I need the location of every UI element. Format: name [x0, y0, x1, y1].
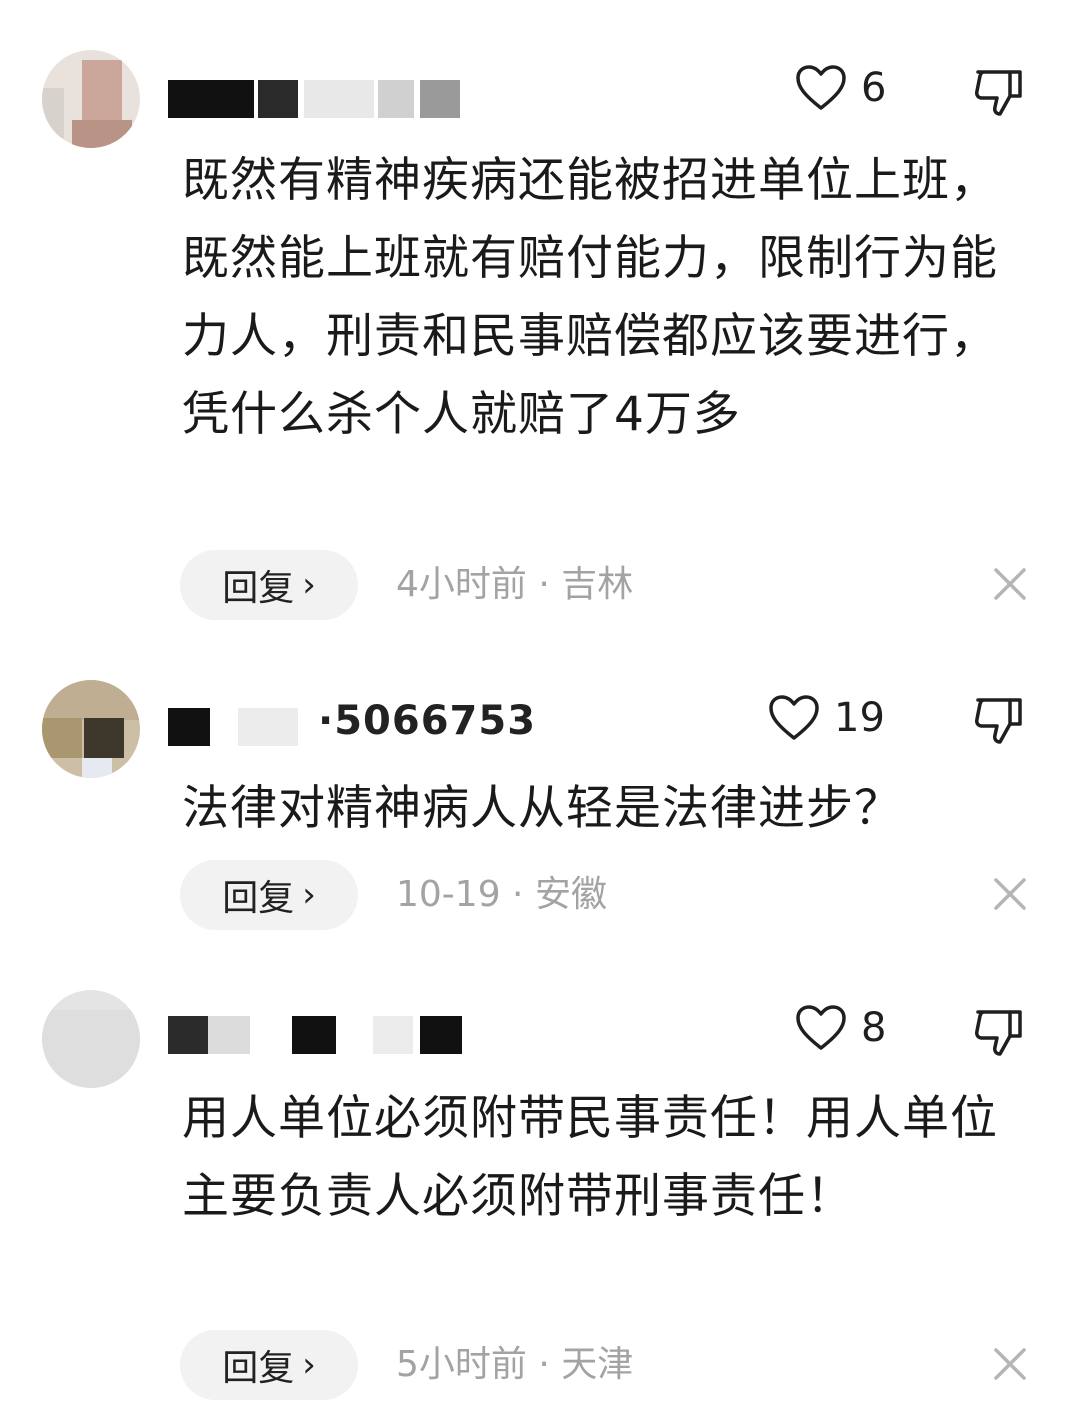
avatar[interactable] — [42, 990, 140, 1088]
thumbs-down-outline-icon[interactable] — [970, 692, 1026, 748]
like-button[interactable]: 8 — [795, 1004, 886, 1052]
reply-button[interactable]: 回复 › — [180, 860, 358, 930]
username-redacted: ·5066753 — [168, 698, 535, 756]
close-icon[interactable] — [988, 562, 1032, 606]
thumbs-down-outline-icon[interactable] — [970, 1004, 1026, 1060]
chevron-right-icon: › — [302, 565, 316, 605]
username-visible: ·5066753 — [318, 698, 537, 744]
username-redacted — [168, 1006, 508, 1064]
like-button[interactable]: 19 — [768, 694, 885, 742]
avatar[interactable] — [42, 680, 140, 778]
heart-outline-icon — [769, 695, 819, 740]
reply-label: 回复 — [222, 1348, 295, 1389]
comment-text: 既然有精神疾病还能被招进单位上班，既然能上班就有赔付能力，限制行为能力人，刑责和… — [182, 153, 998, 442]
like-button[interactable]: 6 — [795, 64, 886, 112]
close-icon[interactable] — [988, 872, 1032, 916]
heart-outline-icon — [796, 65, 846, 110]
reply-label: 回复 — [222, 568, 295, 609]
comment-text: 法律对精神病人从轻是法律进步？ — [182, 781, 902, 836]
chevron-right-icon: › — [302, 875, 316, 915]
chevron-right-icon: › — [302, 1345, 316, 1385]
heart-outline-icon — [796, 1005, 846, 1050]
thumbs-down-outline-icon[interactable] — [970, 64, 1026, 120]
close-icon[interactable] — [988, 1342, 1032, 1386]
reply-button[interactable]: 回复 › — [180, 1330, 358, 1400]
like-count: 8 — [861, 1005, 887, 1051]
comment-meta: 4小时前 · 吉林 — [396, 564, 634, 605]
like-count: 19 — [834, 695, 885, 741]
avatar[interactable] — [42, 50, 140, 148]
comment-meta: 10-19 · 安徽 — [396, 874, 607, 915]
reply-button[interactable]: 回复 › — [180, 550, 358, 620]
comment-text: 用人单位必须附带民事责任！用人单位主要负责人必须附带刑事责任！ — [182, 1091, 998, 1224]
comment-meta: 5小时前 · 天津 — [396, 1344, 634, 1385]
like-count: 6 — [861, 65, 887, 111]
reply-label: 回复 — [222, 878, 295, 919]
username-redacted — [168, 70, 508, 128]
